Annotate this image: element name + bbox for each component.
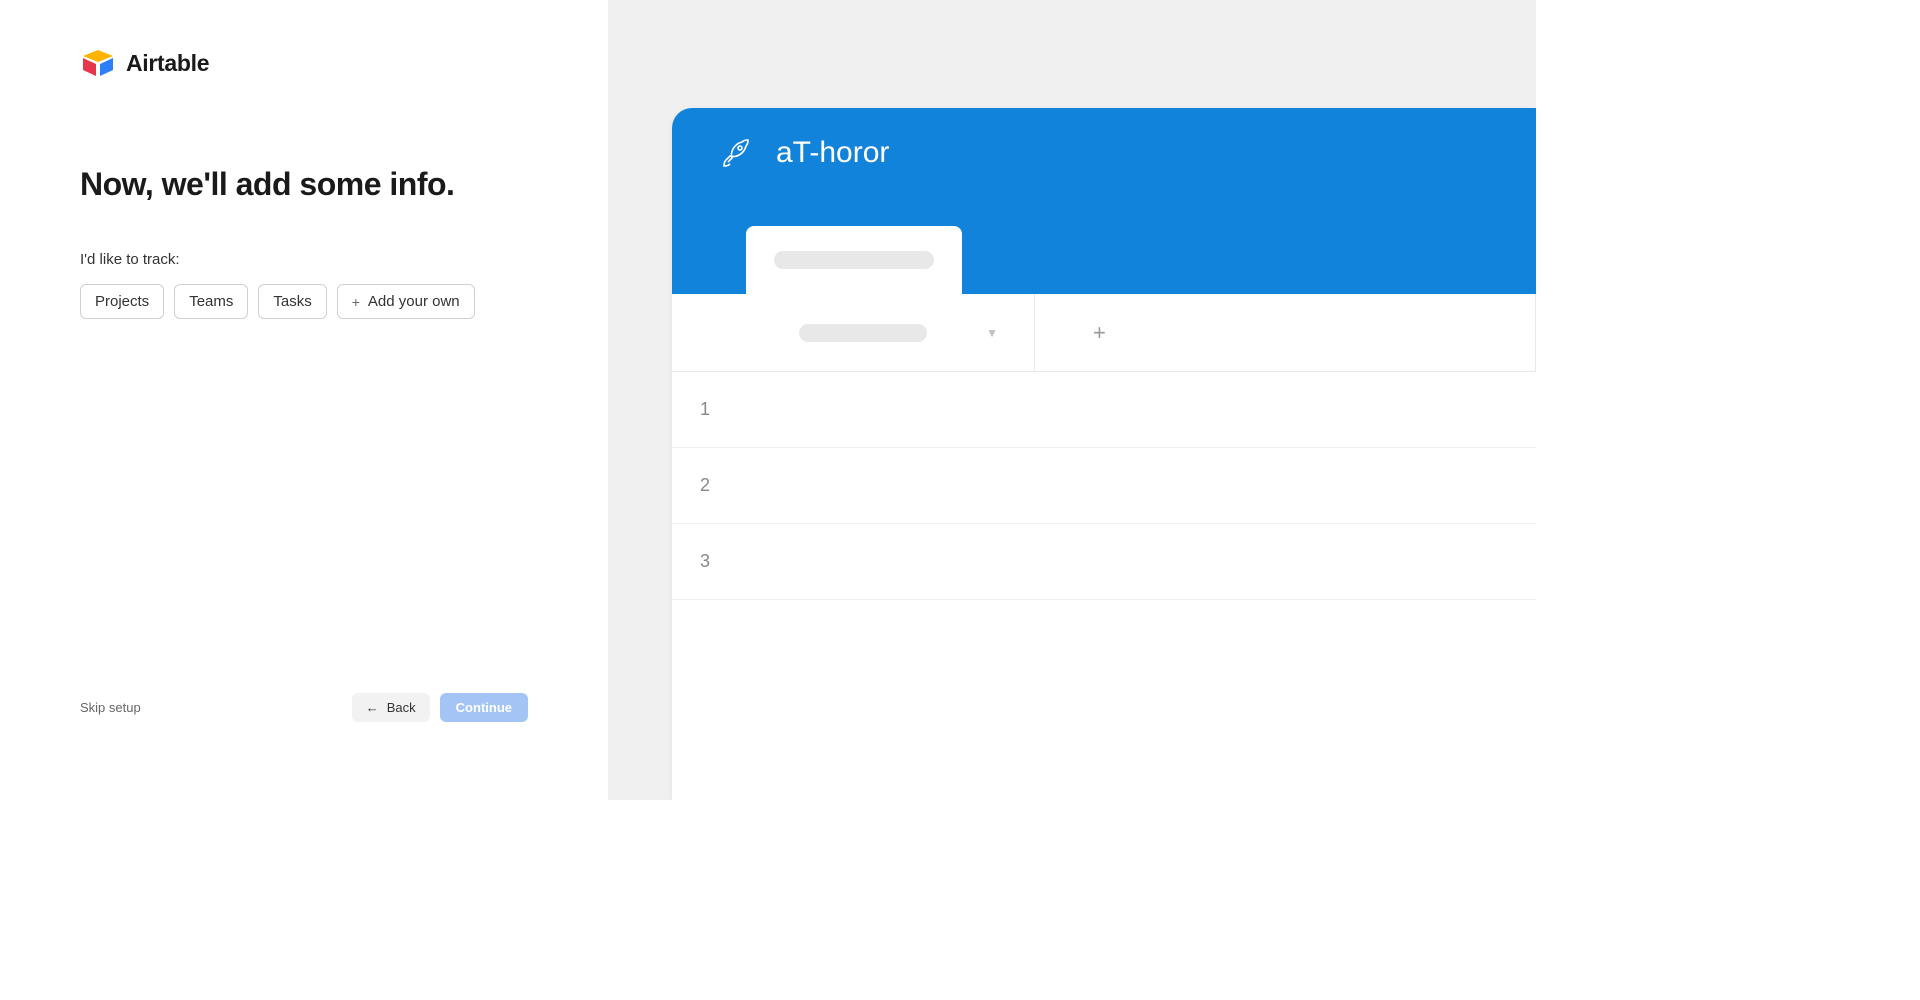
arrow-left-icon: ←	[366, 700, 379, 715]
left-panel: Airtable Now, we'll add some info. I'd l…	[0, 0, 608, 800]
option-add-your-own[interactable]: + Add your own	[337, 284, 475, 319]
skip-setup-link[interactable]: Skip setup	[80, 700, 141, 715]
airtable-logo-icon	[80, 48, 116, 78]
preview-tab-placeholder	[774, 251, 934, 269]
footer: Skip setup ← Back Continue	[80, 693, 528, 722]
preview-header: aT-horor	[672, 108, 1536, 294]
footer-buttons: ← Back Continue	[352, 693, 528, 722]
table-row: 1	[672, 372, 1536, 448]
preview-tab	[746, 226, 962, 294]
option-label: Projects	[95, 293, 149, 310]
preview-toolbar-right: +	[1034, 294, 1536, 371]
option-label: Teams	[189, 293, 233, 310]
option-label: Add your own	[368, 293, 460, 310]
toolbar-placeholder	[799, 324, 927, 342]
row-number: 1	[700, 399, 710, 420]
rocket-icon	[720, 138, 752, 170]
row-number: 3	[700, 551, 710, 572]
option-teams[interactable]: Teams	[174, 284, 248, 319]
option-label: Tasks	[273, 293, 311, 310]
plus-icon: +	[1093, 320, 1106, 346]
preview-title: aT-horor	[776, 136, 889, 170]
table-row: 3	[672, 524, 1536, 600]
table-row: 2	[672, 448, 1536, 524]
preview-rows: 1 2 3	[672, 372, 1536, 600]
preview-toolbar-left: ▼	[672, 294, 1034, 371]
option-projects[interactable]: Projects	[80, 284, 164, 319]
back-button-label: Back	[387, 700, 416, 715]
chevron-down-icon: ▼	[986, 326, 998, 340]
plus-icon: +	[352, 294, 360, 310]
preview-card: aT-horor ▼ + 1 2 3	[672, 108, 1536, 800]
options-row: Projects Teams Tasks + Add your own	[80, 284, 528, 319]
right-panel: aT-horor ▼ + 1 2 3	[608, 0, 1536, 800]
logo-text: Airtable	[126, 50, 209, 77]
preview-toolbar: ▼ +	[672, 294, 1536, 372]
subheading: I'd like to track:	[80, 251, 528, 268]
page-heading: Now, we'll add some info.	[80, 166, 528, 203]
continue-button[interactable]: Continue	[440, 693, 528, 722]
option-tasks[interactable]: Tasks	[258, 284, 326, 319]
back-button[interactable]: ← Back	[352, 693, 430, 722]
row-number: 2	[700, 475, 710, 496]
divider	[1535, 294, 1536, 371]
logo-container: Airtable	[80, 48, 528, 78]
